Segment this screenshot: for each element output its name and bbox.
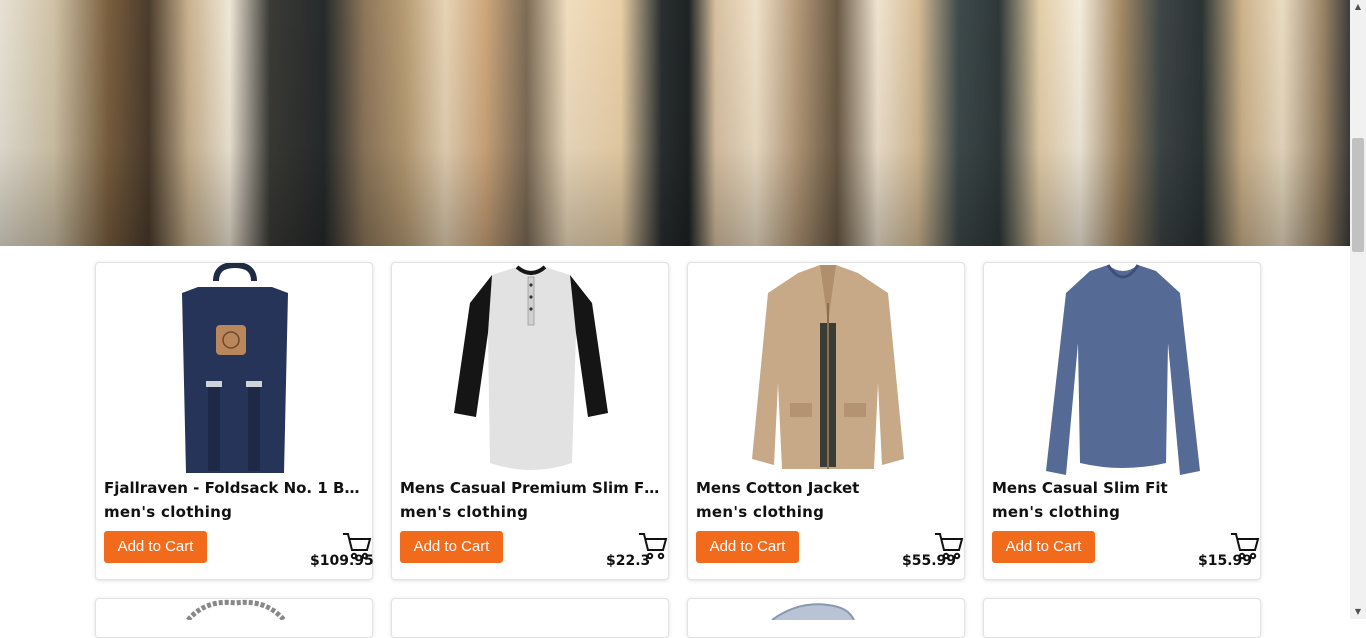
product-card[interactable]	[687, 598, 965, 638]
product-card[interactable]	[95, 598, 373, 638]
product-card[interactable]: Mens Casual Slim Fit men's clothing Add …	[983, 262, 1261, 580]
product-image	[186, 599, 286, 620]
product-image	[771, 603, 855, 620]
hero-banner	[0, 0, 1350, 246]
add-to-cart-button[interactable]: Add to Cart	[400, 531, 503, 563]
add-to-cart-button[interactable]: Add to Cart	[696, 531, 799, 563]
add-to-cart-button[interactable]: Add to Cart	[104, 531, 207, 563]
product-title[interactable]: Mens Casual Slim Fit	[992, 479, 1256, 497]
backpack-image	[182, 263, 288, 473]
scrollbar-thumb[interactable]	[1352, 138, 1364, 252]
product-category: men's clothing	[104, 503, 233, 521]
product-category: men's clothing	[992, 503, 1121, 521]
product-title[interactable]: Mens Cotton Jacket	[696, 479, 960, 497]
cart-icon[interactable]	[638, 531, 668, 561]
scroll-up-arrow-icon[interactable]: ▲	[1350, 0, 1366, 14]
page-scrollbar[interactable]: ▲ ▼	[1350, 0, 1366, 619]
cart-icon[interactable]	[1230, 531, 1260, 561]
product-card[interactable]: Mens Casual Premium Slim Fit T-Shirts me…	[391, 262, 669, 580]
add-to-cart-button[interactable]: Add to Cart	[992, 531, 1095, 563]
product-card[interactable]	[983, 598, 1261, 638]
cart-icon[interactable]	[342, 531, 372, 561]
product-category: men's clothing	[400, 503, 529, 521]
scroll-down-arrow-icon[interactable]: ▼	[1350, 605, 1366, 619]
jacket-image	[752, 265, 904, 469]
product-card[interactable]: Fjallraven - Foldsack No. 1 Backpack, Fi…	[95, 262, 374, 580]
longsleeve-image	[1046, 264, 1200, 475]
product-category: men's clothing	[696, 503, 825, 521]
cart-icon[interactable]	[934, 531, 964, 561]
product-card[interactable]	[391, 598, 669, 638]
product-card[interactable]: Mens Cotton Jacket men's clothing Add to…	[687, 262, 965, 580]
product-title[interactable]: Fjallraven - Foldsack No. 1 Backpack, Fi…	[104, 479, 368, 497]
product-title[interactable]: Mens Casual Premium Slim Fit T-Shirts	[400, 479, 664, 497]
tshirt-image	[454, 265, 608, 470]
